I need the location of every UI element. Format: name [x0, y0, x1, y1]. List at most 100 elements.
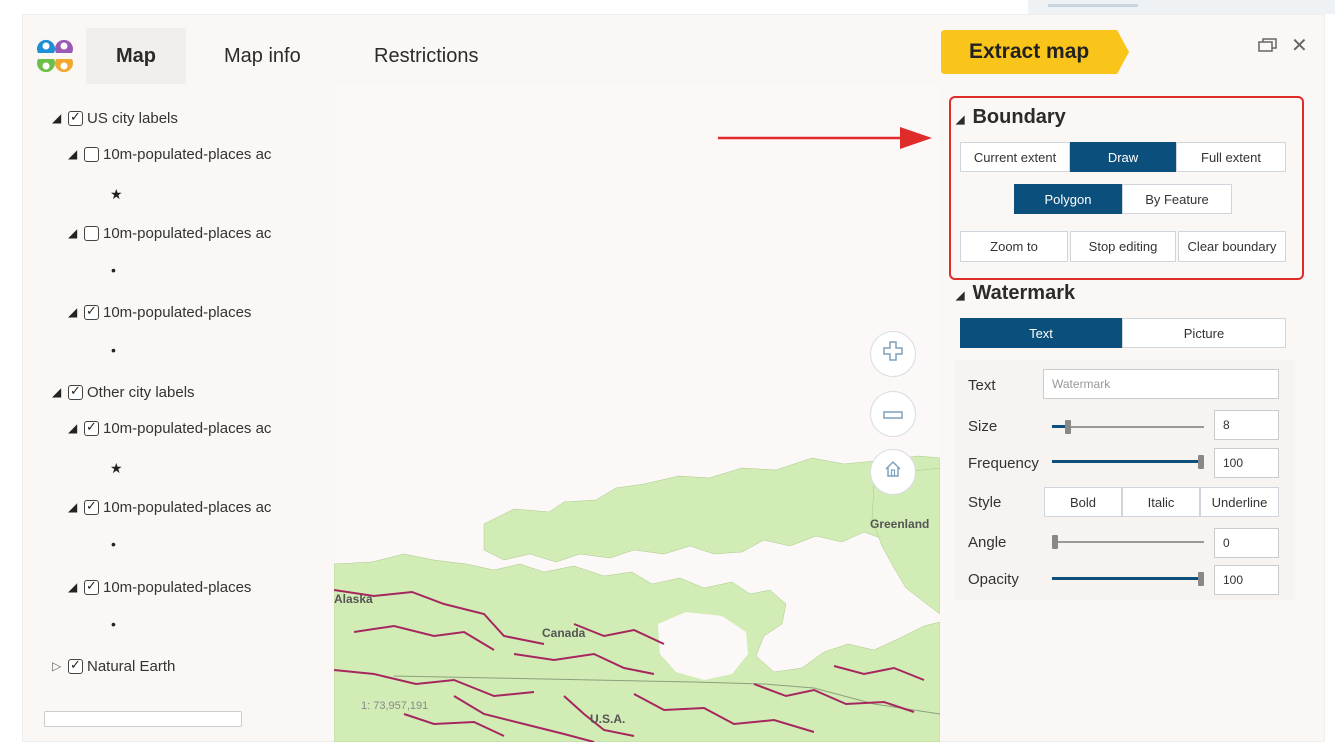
collapse-triangle-icon[interactable]: ◢ [52, 385, 68, 399]
close-icon[interactable]: ✕ [1291, 33, 1308, 58]
point-symbol-icon: • [111, 536, 116, 552]
layer-checkbox[interactable] [84, 303, 99, 320]
star-symbol-icon: ★ [110, 186, 123, 202]
watermark-picture-button[interactable]: Picture [1122, 318, 1286, 348]
layer-label: 10m-populated-places ac [103, 419, 272, 437]
stop-editing-button[interactable]: Stop editing [1070, 231, 1176, 262]
app-logo [37, 39, 73, 73]
layer-label: Natural Earth [87, 657, 176, 675]
collapse-triangle-icon[interactable]: ◢ [68, 500, 84, 514]
style-label: Style [968, 494, 1002, 511]
point-symbol-icon: • [111, 616, 116, 632]
full-extent-button[interactable]: Full extent [1176, 142, 1286, 172]
size-slider[interactable] [1052, 417, 1204, 437]
opacity-input[interactable]: 100 [1214, 565, 1279, 595]
underline-button[interactable]: Underline [1200, 487, 1279, 517]
layer-label: 10m-populated-places ac [103, 224, 272, 242]
watermark-heading[interactable]: ◢ Watermark [956, 282, 1075, 305]
point-symbol-icon: • [111, 262, 116, 278]
collapse-triangle-icon[interactable]: ◢ [68, 226, 84, 240]
status-bar-field [44, 711, 242, 727]
angle-label: Angle [968, 534, 1007, 551]
layer-row[interactable]: ◢ US city labels [52, 106, 178, 130]
home-button[interactable] [870, 449, 916, 495]
collapse-triangle-icon[interactable]: ◢ [68, 147, 84, 161]
layer-checkbox[interactable] [84, 225, 99, 241]
minus-icon [882, 400, 904, 428]
layer-row[interactable]: ◢ 10m-populated-places ac [68, 221, 271, 245]
layer-label: US city labels [87, 109, 178, 127]
layer-label: 10m-populated-places [103, 578, 252, 596]
layer-row[interactable]: ◢ 10m-populated-places ac [68, 142, 271, 166]
draw-button[interactable]: Draw [1070, 142, 1176, 172]
map-view[interactable]: Alaska Canada U.S.A. Greenland [334, 84, 940, 742]
by-feature-button[interactable]: By Feature [1122, 184, 1232, 214]
watermark-text-input[interactable]: Watermark [1043, 369, 1279, 399]
zoom-in-button[interactable] [870, 331, 916, 377]
slider-thumb[interactable] [1065, 420, 1071, 434]
layer-row[interactable]: ▷ Natural Earth [52, 654, 175, 678]
angle-input[interactable]: 0 [1214, 528, 1279, 558]
star-symbol-icon: ★ [110, 460, 123, 476]
layer-checkbox[interactable] [68, 657, 83, 674]
layer-row[interactable]: ◢ 10m-populated-places ac [68, 495, 271, 519]
map-label-canada: Canada [542, 626, 586, 640]
size-label: Size [968, 418, 998, 435]
layer-checkbox[interactable] [84, 419, 99, 436]
annotation-arrow [718, 127, 932, 149]
layer-checkbox[interactable] [84, 146, 99, 162]
collapse-triangle-icon[interactable]: ◢ [68, 580, 84, 594]
angle-slider[interactable] [1052, 532, 1204, 552]
slider-thumb[interactable] [1198, 455, 1204, 469]
tab-map-info[interactable]: Map info [224, 28, 301, 84]
layer-checkbox[interactable] [84, 578, 99, 595]
tab-restrictions[interactable]: Restrictions [374, 28, 478, 84]
frequency-slider[interactable] [1052, 452, 1204, 472]
watermark-title: Watermark [972, 282, 1076, 304]
boundary-title: Boundary [972, 106, 1066, 128]
extract-map-button[interactable]: Extract map [941, 30, 1129, 74]
frequency-input[interactable]: 100 [1214, 448, 1279, 478]
expand-triangle-icon[interactable]: ▷ [52, 659, 68, 673]
tab-map[interactable]: Map [86, 28, 186, 84]
opacity-slider[interactable] [1052, 569, 1204, 589]
extract-map-label: Extract map [969, 40, 1090, 63]
plus-icon [882, 340, 904, 369]
slider-thumb[interactable] [1198, 572, 1204, 586]
map-label-greenland: Greenland [870, 517, 930, 531]
watermark-text-button[interactable]: Text [960, 318, 1122, 348]
frequency-label: Frequency [968, 455, 1039, 472]
layer-tree: ◢ US city labels ◢ 10m-populated-places … [36, 92, 332, 732]
home-icon [883, 458, 903, 486]
point-symbol-icon: • [111, 342, 116, 358]
layer-checkbox[interactable] [68, 383, 83, 400]
zoom-out-button[interactable] [870, 391, 916, 437]
collapse-triangle-icon[interactable]: ◢ [52, 111, 68, 125]
italic-button[interactable]: Italic [1122, 487, 1200, 517]
collapse-triangle-icon[interactable]: ◢ [68, 421, 84, 435]
text-label: Text [968, 377, 996, 394]
map-label-alaska: Alaska [334, 592, 373, 606]
clear-boundary-button[interactable]: Clear boundary [1178, 231, 1286, 262]
layer-checkbox[interactable] [68, 109, 83, 126]
layer-row[interactable]: ◢ 10m-populated-places ac [68, 416, 271, 440]
restore-window-icon[interactable] [1258, 36, 1278, 59]
current-extent-button[interactable]: Current extent [960, 142, 1070, 172]
polygon-button[interactable]: Polygon [1014, 184, 1122, 214]
layer-label: 10m-populated-places [103, 303, 252, 321]
zoom-to-button[interactable]: Zoom to [960, 231, 1068, 262]
opacity-label: Opacity [968, 571, 1019, 588]
layer-label: Other city labels [87, 383, 195, 401]
bold-button[interactable]: Bold [1044, 487, 1122, 517]
collapse-triangle-icon[interactable]: ◢ [68, 305, 84, 319]
slider-thumb[interactable] [1052, 535, 1058, 549]
collapse-triangle-icon: ◢ [956, 114, 965, 126]
layer-row[interactable]: ◢ 10m-populated-places [68, 575, 251, 599]
layer-row[interactable]: ◢ Other city labels [52, 380, 195, 404]
layer-row[interactable]: ◢ 10m-populated-places [68, 300, 251, 324]
layer-checkbox[interactable] [84, 498, 99, 515]
size-input[interactable]: 8 [1214, 410, 1279, 440]
boundary-heading[interactable]: ◢ Boundary [956, 106, 1066, 129]
map-scale: 1: 73,957,191 [361, 700, 429, 712]
map-label-usa: U.S.A. [590, 712, 626, 726]
